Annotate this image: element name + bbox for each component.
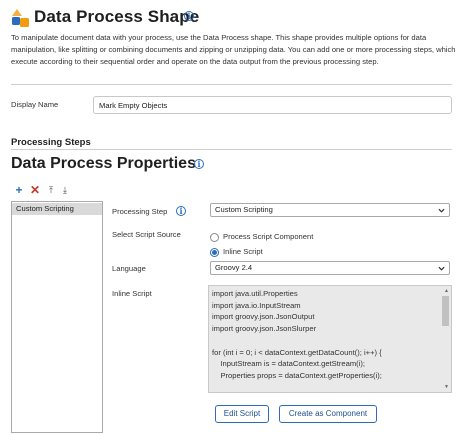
data-process-properties-title: Data Process Properties	[11, 155, 196, 172]
language-value: Groovy 2.4	[215, 263, 253, 272]
processing-step-value: Custom Scripting	[215, 205, 273, 214]
language-label: Language	[112, 264, 146, 273]
display-name-label: Display Name	[11, 100, 59, 109]
info-icon[interactable]: i	[184, 11, 194, 21]
radio-process-script-component-label[interactable]: Process Script Component	[223, 232, 313, 241]
list-item[interactable]: Custom Scripting	[12, 203, 102, 215]
script-source-label: Select Script Source	[112, 230, 181, 239]
divider	[11, 149, 452, 150]
edit-script-button[interactable]: Edit Script	[215, 405, 269, 423]
chevron-down-icon	[438, 266, 445, 271]
radio-inline-script[interactable]	[210, 248, 219, 257]
inline-script-editor[interactable]: import java.util.Properties import java.…	[208, 285, 452, 393]
scroll-up-icon[interactable]: ▲	[444, 288, 449, 294]
info-icon[interactable]: i	[176, 206, 186, 216]
page-description: To manipulate document data with your pr…	[11, 33, 456, 66]
display-name-input[interactable]: Mark Empty Objects	[93, 96, 452, 114]
page-title: Data Process Shape	[34, 7, 200, 26]
processing-step-select[interactable]: Custom Scripting	[210, 203, 450, 217]
divider	[11, 84, 452, 85]
radio-inline-script-label[interactable]: Inline Script	[223, 247, 263, 256]
inline-script-label: Inline Script	[112, 289, 152, 298]
info-icon[interactable]: i	[194, 159, 204, 169]
scrollbar-thumb[interactable]	[442, 296, 449, 326]
scroll-down-icon[interactable]: ▼	[444, 384, 449, 390]
language-select[interactable]: Groovy 2.4	[210, 261, 450, 275]
processing-step-label: Processing Step	[112, 207, 168, 216]
chevron-down-icon	[438, 208, 445, 213]
processing-steps-heading: Processing Steps	[11, 137, 91, 148]
processing-steps-list[interactable]	[11, 201, 103, 433]
add-icon[interactable]: +	[13, 184, 25, 196]
data-process-logo-icon	[11, 8, 31, 28]
inline-script-code[interactable]: import java.util.Properties import java.…	[212, 288, 440, 382]
move-bottom-icon[interactable]: ⤓	[59, 184, 71, 196]
move-top-icon[interactable]: ⤒	[45, 184, 57, 196]
delete-icon[interactable]: ✕	[29, 184, 41, 196]
create-as-component-button[interactable]: Create as Component	[279, 405, 377, 423]
radio-process-script-component[interactable]	[210, 233, 219, 242]
